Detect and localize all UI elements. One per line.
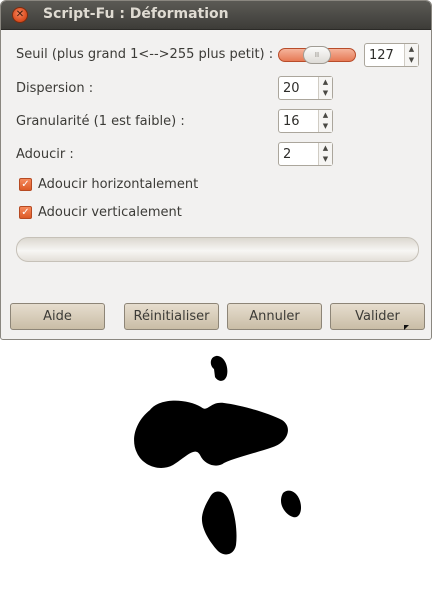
spin-arrows: ▲ ▼	[318, 77, 332, 99]
title-bar[interactable]: ✕ Script-Fu : Déformation	[1, 1, 431, 30]
large-blob-center	[134, 400, 288, 468]
script-fu-dialog: ✕ Script-Fu : Déformation Seuil (plus gr…	[0, 0, 432, 340]
cancel-button[interactable]: Annuler	[227, 303, 322, 330]
threshold-label: Seuil (plus grand 1<-->255 plus petit) :	[16, 47, 274, 62]
smooth-horizontal-label[interactable]: Adoucir horizontalement	[38, 177, 198, 192]
spin-down-icon[interactable]: ▼	[319, 154, 332, 165]
blob-lower-left	[201, 491, 237, 555]
image-canvas	[134, 355, 302, 555]
ok-button[interactable]: Valider	[330, 303, 425, 330]
help-button[interactable]: Aide	[10, 303, 105, 330]
smooth-label: Adoucir :	[16, 147, 74, 162]
spin-arrows: ▲ ▼	[404, 44, 418, 66]
blob-lower-right	[281, 490, 302, 518]
spin-up-icon[interactable]: ▲	[319, 77, 332, 88]
smooth-vertical-checkbox[interactable]: ✓	[19, 206, 32, 219]
granularity-label: Granularité (1 est faible) :	[16, 114, 185, 129]
spin-up-icon[interactable]: ▲	[405, 44, 418, 55]
dispersion-label: Dispersion :	[16, 81, 94, 96]
spin-down-icon[interactable]: ▼	[319, 121, 332, 132]
smooth-value[interactable]: 2	[283, 147, 291, 162]
smooth-horizontal-checkbox[interactable]: ✓	[19, 178, 32, 191]
reset-button[interactable]: Réinitialiser	[124, 303, 219, 330]
granularity-value[interactable]: 16	[283, 114, 300, 129]
spin-up-icon[interactable]: ▲	[319, 143, 332, 154]
slider-thumb[interactable]: II	[303, 46, 331, 64]
spin-down-icon[interactable]: ▼	[405, 55, 418, 66]
threshold-value[interactable]: 127	[369, 48, 394, 63]
mouse-pointer-icon	[404, 325, 409, 330]
small-blob-top	[210, 355, 228, 381]
close-icon[interactable]: ✕	[12, 7, 28, 23]
spin-arrows: ▲ ▼	[318, 143, 332, 165]
progress-bar	[16, 237, 419, 262]
threshold-slider[interactable]: II	[278, 46, 356, 64]
dispersion-spinbutton[interactable]: 20 ▲ ▼	[278, 76, 333, 100]
smooth-spinbutton[interactable]: 2 ▲ ▼	[278, 142, 333, 166]
smooth-vertical-label[interactable]: Adoucir verticalement	[38, 205, 182, 220]
threshold-spinbutton[interactable]: 127 ▲ ▼	[364, 43, 419, 67]
granularity-spinbutton[interactable]: 16 ▲ ▼	[278, 109, 333, 133]
spin-down-icon[interactable]: ▼	[319, 88, 332, 99]
spin-arrows: ▲ ▼	[318, 110, 332, 132]
spin-up-icon[interactable]: ▲	[319, 110, 332, 121]
window-title: Script-Fu : Déformation	[43, 6, 229, 22]
dispersion-value[interactable]: 20	[283, 81, 300, 96]
